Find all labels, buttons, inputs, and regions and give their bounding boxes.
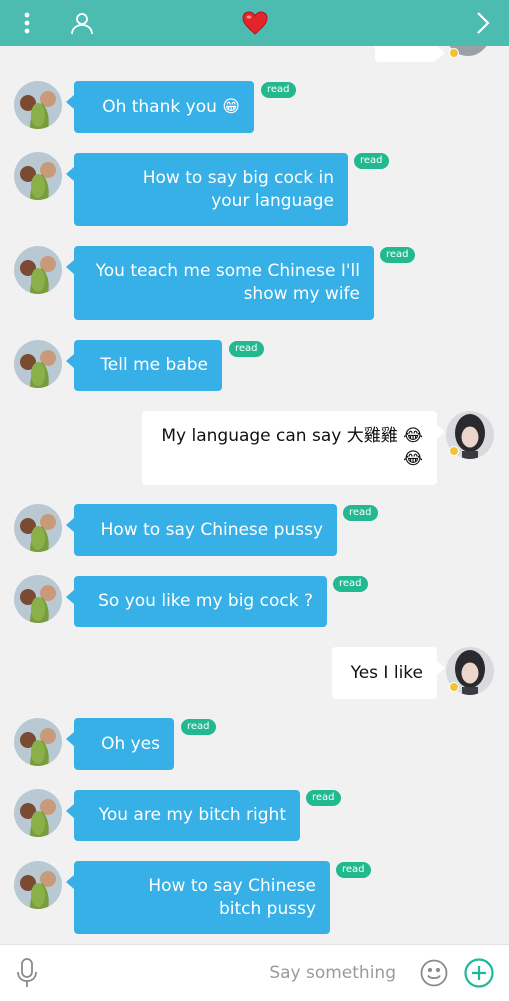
message-list[interactable]: Oh thank you 😁 read How to say big cock … (0, 46, 509, 944)
heart-icon[interactable] (238, 0, 272, 46)
contact-avatar[interactable] (14, 861, 62, 909)
message-text-line: Tell me babe (100, 355, 208, 375)
incoming-message[interactable]: You teach me some Chinese I'll show my w… (66, 246, 374, 320)
message-bubble-partial[interactable] (375, 46, 445, 62)
vertical-dots-icon[interactable] (14, 0, 40, 46)
read-status-badge: read (380, 247, 415, 263)
plus-circle-icon[interactable] (462, 945, 496, 1001)
message-text-line: How to say Chinese pussy (100, 519, 323, 540)
message-text-line: How to say Chinese (148, 875, 316, 896)
message-text-line: You are my bitch right (98, 805, 286, 825)
incoming-message[interactable]: How to say big cock in your language (66, 153, 348, 226)
message-text-line: 😂 (403, 449, 423, 469)
contact-avatar[interactable] (14, 575, 62, 623)
incoming-message[interactable]: You are my bitch right (66, 790, 300, 841)
message-text-line: your language (211, 190, 334, 211)
message-text-line: Yes I like (350, 662, 423, 683)
read-status-badge: read (306, 790, 341, 806)
online-status-dot (449, 446, 459, 456)
message-text-line: How to say big cock in (142, 167, 334, 188)
outgoing-message[interactable]: Yes I like (332, 647, 445, 699)
message-text-line: show my wife (243, 284, 360, 304)
online-status-dot (449, 48, 459, 58)
message-text-line: My language can say 大雞雞 😂 (161, 426, 423, 446)
contact-avatar[interactable] (14, 81, 62, 129)
contact-avatar[interactable] (14, 340, 62, 388)
message-text-line: bitch pussy (218, 898, 316, 919)
read-status-badge: read (333, 576, 368, 592)
incoming-message[interactable]: How to say Chinese pussy (66, 504, 337, 556)
message-input[interactable] (200, 959, 396, 987)
message-text-line: Oh yes (101, 733, 160, 754)
outgoing-message[interactable]: My language can say 大雞雞 😂 😂 (142, 411, 445, 485)
contact-avatar[interactable] (14, 152, 62, 200)
message-text-line: Oh thank you 😁 (102, 96, 240, 117)
contact-avatar[interactable] (14, 504, 62, 552)
microphone-icon[interactable] (14, 945, 40, 1001)
read-status-badge: read (261, 82, 296, 98)
read-status-badge: read (229, 341, 264, 357)
message-text-line: You teach me some Chinese I'll (95, 261, 360, 281)
incoming-message[interactable]: Oh yes (66, 718, 174, 770)
incoming-message[interactable]: Tell me babe (66, 340, 222, 391)
chat-header (0, 0, 509, 46)
incoming-message[interactable]: So you like my big cock ? (66, 576, 327, 627)
person-icon[interactable] (66, 0, 98, 46)
incoming-message[interactable]: How to say Chinese bitch pussy (66, 861, 330, 934)
message-composer (0, 944, 509, 1001)
smiley-icon[interactable] (418, 945, 450, 1001)
read-status-badge: read (354, 153, 389, 169)
message-text-line: So you like my big cock ? (98, 591, 313, 611)
read-status-badge: read (343, 505, 378, 521)
chevron-right-icon[interactable] (470, 0, 496, 46)
read-status-badge: read (336, 862, 371, 878)
contact-avatar[interactable] (14, 718, 62, 766)
contact-avatar[interactable] (14, 246, 62, 294)
contact-avatar[interactable] (14, 789, 62, 837)
online-status-dot (449, 682, 459, 692)
incoming-message[interactable]: Oh thank you 😁 (66, 81, 254, 133)
read-status-badge: read (181, 719, 216, 735)
